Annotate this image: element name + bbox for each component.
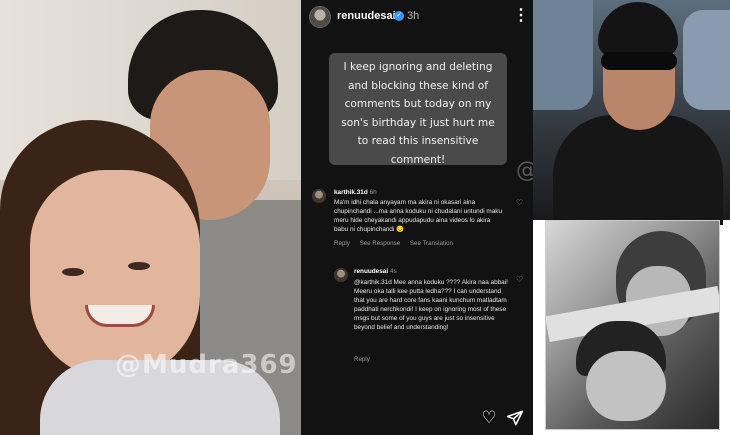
reply-like-icon[interactable]: ♡ <box>516 276 524 284</box>
woman-smile <box>85 305 155 327</box>
father-photo <box>533 0 730 225</box>
comment-text: Ma'm idhi chala anyayam ma akira ni okas… <box>334 199 503 233</box>
reply-header: renuudesai 4s <box>354 267 514 276</box>
woman-face <box>30 170 200 380</box>
comment-username[interactable]: karthik.31d <box>334 189 368 196</box>
reply-link[interactable]: Reply <box>354 356 370 363</box>
reply-avatar[interactable] <box>334 268 348 282</box>
father-son-photos <box>533 0 730 435</box>
man-hair <box>598 2 678 57</box>
watermark-left: @Mudra369 <box>115 350 298 380</box>
see-response-link[interactable]: See Response <box>360 240 401 247</box>
story-header: renuudesai ✓ 3h ⋮ <box>301 0 533 34</box>
story-text: I keep ignoring and deleting and blockin… <box>329 53 507 166</box>
comment-actions: Reply See Response See Translation <box>334 240 461 247</box>
comment-time: 6h <box>369 189 377 196</box>
reply-link[interactable]: Reply <box>334 240 350 247</box>
instagram-story-screenshot: renuudesai ✓ 3h ⋮ I keep ignoring and de… <box>301 0 533 435</box>
woman-eye <box>62 268 84 276</box>
see-translation-link[interactable]: See Translation <box>410 240 453 247</box>
woman-eye <box>128 262 150 270</box>
reply-text: @karthik.31d Mee anna koduku ???? Akira … <box>354 279 508 331</box>
man-jacket <box>553 115 723 225</box>
boy-face <box>586 351 666 421</box>
background-person <box>533 0 593 110</box>
more-options-icon[interactable]: ⋮ <box>513 5 529 27</box>
story-time: 3h <box>407 10 420 22</box>
avatar[interactable] <box>309 6 331 28</box>
sunglasses <box>601 52 677 70</box>
reply-actions: Reply <box>354 356 378 363</box>
black-white-father-son-photo <box>545 220 720 430</box>
like-heart-icon[interactable]: ♡ <box>480 409 498 427</box>
story-username[interactable]: renuudesai <box>337 10 396 22</box>
comment-header: karthik.31d 6h <box>334 188 514 197</box>
mother-son-photo: @Mudra369 <box>0 0 301 435</box>
send-icon[interactable] <box>506 409 524 427</box>
story-footer <box>301 400 533 435</box>
comment-like-icon[interactable]: ♡ <box>516 199 524 207</box>
reply-username[interactable]: renuudesai <box>354 268 388 275</box>
watermark-middle: @Mudra369 <box>516 158 533 183</box>
background-person <box>683 10 730 110</box>
comment-avatar[interactable] <box>312 189 326 203</box>
reply-time: 4s <box>389 268 397 275</box>
verified-badge-icon: ✓ <box>394 11 404 21</box>
